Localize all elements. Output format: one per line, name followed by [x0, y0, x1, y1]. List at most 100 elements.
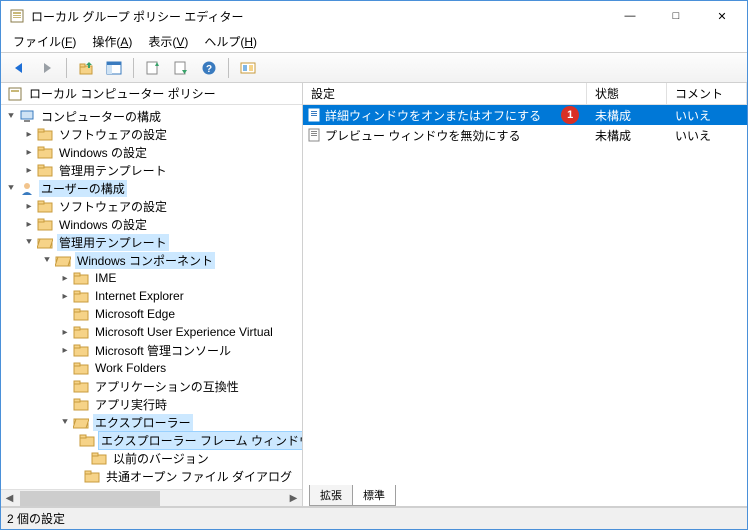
menu-file[interactable]: ファイル(F) [5, 31, 84, 52]
details-pane-button[interactable] [102, 56, 126, 80]
tree-node-explorer[interactable]: ⯆エクスプローラー [1, 413, 302, 431]
back-button[interactable] [7, 56, 31, 80]
console-root-icon [7, 86, 23, 102]
tree-view[interactable]: ⯆コンピューターの構成 ▸ソフトウェアの設定 ▸Windows の設定 ▸管理用… [1, 105, 302, 489]
folder-open-icon [55, 253, 71, 267]
tree-label: Microsoft 管理コンソール [93, 342, 233, 359]
folder-icon [37, 217, 53, 231]
policy-icon [303, 108, 325, 122]
list-row[interactable]: 詳細ウィンドウをオンまたはオフにする 1 未構成 いいえ [303, 105, 747, 125]
refresh-button[interactable] [141, 56, 165, 80]
row-label: プレビュー ウィンドウを無効にする [325, 127, 520, 144]
list-header: 設定 状態 コメント [303, 83, 747, 105]
tree-node-explorer-frame[interactable]: エクスプローラー フレーム ウィンドウ [1, 431, 302, 449]
titlebar: ローカル グループ ポリシー エディター — □ ✕ [1, 1, 747, 31]
up-button[interactable] [74, 56, 98, 80]
help-button[interactable]: ? [197, 56, 221, 80]
folder-icon [73, 325, 89, 339]
tree-label: Windows の設定 [57, 216, 149, 233]
tree-label: Microsoft User Experience Virtual [93, 325, 275, 339]
scroll-thumb[interactable] [20, 491, 160, 506]
tree-node[interactable]: ▸IME [1, 269, 302, 287]
tree-node[interactable]: ▸管理用テンプレート [1, 161, 302, 179]
scroll-left-icon[interactable]: ◀ [1, 491, 18, 506]
tree-label: アプリ実行時 [93, 396, 169, 413]
folder-icon [37, 163, 53, 177]
tree-node[interactable]: ▸Internet Explorer [1, 287, 302, 305]
folder-icon [37, 145, 53, 159]
tree-label: Work Folders [93, 361, 168, 375]
folder-icon [84, 469, 100, 483]
tree-node[interactable]: Work Folders [1, 359, 302, 377]
folder-icon [73, 361, 89, 375]
tree-root-label: ローカル コンピューター ポリシー [29, 85, 216, 102]
list-pane: 設定 状態 コメント 詳細ウィンドウをオンまたはオフにする 1 未構成 いいえ … [303, 83, 747, 506]
export-button[interactable] [169, 56, 193, 80]
folder-icon [73, 307, 89, 321]
column-state[interactable]: 状態 [587, 83, 667, 104]
row-comment: いいえ [667, 107, 747, 124]
tree-label: ユーザーの構成 [39, 180, 127, 197]
tree-header: ローカル コンピューター ポリシー [1, 83, 302, 105]
tree-node[interactable]: アプリケーションの互換性 [1, 377, 302, 395]
folder-icon [73, 289, 89, 303]
row-comment: いいえ [667, 127, 747, 144]
tree-node-computer-config[interactable]: ⯆コンピューターの構成 [1, 107, 302, 125]
folder-open-icon [73, 415, 89, 429]
tree-node[interactable]: アプリ実行時 [1, 395, 302, 413]
column-comment[interactable]: コメント [667, 83, 747, 104]
window-title: ローカル グループ ポリシー エディター [31, 8, 607, 25]
tree-node[interactable]: 以前のバージョン [1, 449, 302, 467]
tree-node[interactable]: ▸Microsoft 管理コンソール [1, 341, 302, 359]
tree-node-user-config[interactable]: ⯆ユーザーの構成 [1, 179, 302, 197]
forward-button[interactable] [35, 56, 59, 80]
status-text: 2 個の設定 [7, 510, 65, 527]
toolbar-separator [66, 58, 67, 78]
tree-node[interactable]: Microsoft Edge [1, 305, 302, 323]
svg-text:?: ? [206, 64, 212, 75]
user-icon [19, 180, 35, 196]
tree-node[interactable]: 共通オープン ファイル ダイアログ [1, 467, 302, 485]
app-icon [9, 8, 25, 24]
menubar: ファイル(F) 操作(A) 表示(V) ヘルプ(H) [1, 31, 747, 53]
minimize-button[interactable]: — [607, 2, 653, 30]
close-button[interactable]: ✕ [699, 2, 745, 30]
policy-icon [303, 128, 325, 142]
tree-node[interactable]: ▸Windows の設定 [1, 215, 302, 233]
filter-button[interactable] [236, 56, 260, 80]
tree-label: Windows の設定 [57, 144, 149, 161]
tree-pane: ローカル コンピューター ポリシー ⯆コンピューターの構成 ▸ソフトウェアの設定… [1, 83, 303, 506]
tab-standard[interactable]: 標準 [352, 485, 396, 506]
main-body: ローカル コンピューター ポリシー ⯆コンピューターの構成 ▸ソフトウェアの設定… [1, 83, 747, 507]
tree-node[interactable]: ▸ソフトウェアの設定 [1, 125, 302, 143]
tab-extended[interactable]: 拡張 [309, 485, 353, 506]
menu-view[interactable]: 表示(V) [140, 31, 196, 52]
row-state: 未構成 [587, 127, 667, 144]
scroll-right-icon[interactable]: ▶ [285, 491, 302, 506]
tree-label: Microsoft Edge [93, 307, 177, 321]
tree-node[interactable]: ▸ソフトウェアの設定 [1, 197, 302, 215]
tree-label: エクスプローラー フレーム ウィンドウ [99, 432, 302, 449]
tree-node-windows-components[interactable]: ⯆Windows コンポーネント [1, 251, 302, 269]
tree-node[interactable]: ▸Windows の設定 [1, 143, 302, 161]
horizontal-scrollbar[interactable]: ◀ ▶ [1, 489, 302, 506]
tree-label: コンピューターの構成 [39, 108, 163, 125]
folder-icon [79, 433, 95, 447]
folder-icon [37, 127, 53, 141]
toolbar-separator [228, 58, 229, 78]
list-row[interactable]: プレビュー ウィンドウを無効にする 未構成 いいえ [303, 125, 747, 145]
bottom-tabs: 拡張 標準 [303, 484, 747, 506]
window-controls: — □ ✕ [607, 2, 745, 30]
row-label: 詳細ウィンドウをオンまたはオフにする [325, 107, 541, 124]
maximize-button[interactable]: □ [653, 2, 699, 30]
tree-node[interactable]: ▸Microsoft User Experience Virtual [1, 323, 302, 341]
tree-label: エクスプローラー [93, 414, 193, 431]
tree-node-admin-templates[interactable]: ⯆管理用テンプレート [1, 233, 302, 251]
tree-label: IME [93, 271, 118, 285]
column-setting[interactable]: 設定 [303, 83, 587, 104]
folder-icon [91, 451, 107, 465]
menu-action[interactable]: 操作(A) [84, 31, 140, 52]
tree-label: 管理用テンプレート [57, 234, 169, 251]
tree-label: ソフトウェアの設定 [57, 198, 169, 215]
menu-help[interactable]: ヘルプ(H) [196, 31, 265, 52]
